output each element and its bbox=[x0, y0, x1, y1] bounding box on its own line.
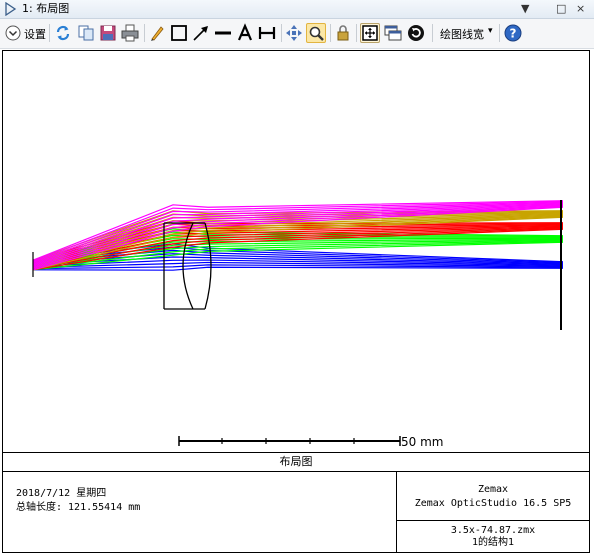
windows-icon[interactable] bbox=[383, 23, 403, 43]
window-title: 1: 布局图 bbox=[22, 2, 70, 15]
toolbar-divider bbox=[432, 24, 433, 42]
settings-toggle-icon[interactable] bbox=[3, 23, 23, 43]
scale-bar bbox=[178, 436, 401, 446]
toolbar-divider bbox=[49, 24, 50, 42]
toolbar-divider bbox=[499, 24, 500, 42]
zoom-icon[interactable] bbox=[306, 23, 326, 43]
line-icon[interactable] bbox=[213, 23, 233, 43]
info-panel: 2018/7/12 星期四 总轴长度: 121.55414 mm Zemax Z… bbox=[2, 472, 590, 553]
info-divider bbox=[397, 520, 589, 521]
ray-fans bbox=[32, 200, 564, 271]
toolbar: 设置 绘图线宽 ▾ ? bbox=[0, 19, 594, 49]
pan-icon[interactable] bbox=[284, 23, 304, 43]
plot-caption: 布局图 bbox=[2, 453, 590, 472]
info-vendor-block: Zemax Zemax OpticStudio 16.5 SP5 bbox=[397, 483, 589, 511]
print-icon[interactable] bbox=[120, 23, 140, 43]
chevron-down-icon[interactable]: ▾ bbox=[488, 26, 493, 36]
text-icon[interactable] bbox=[235, 23, 255, 43]
line-width-dropdown[interactable]: 绘图线宽 bbox=[440, 26, 484, 42]
copy-icon[interactable] bbox=[76, 23, 96, 43]
toolbar-divider bbox=[281, 24, 282, 42]
toolbar-divider bbox=[356, 24, 357, 42]
product-text: Zemax OpticStudio 16.5 SP5 bbox=[414, 498, 572, 509]
file-name-text: 3.5x-74.87.zmx bbox=[450, 525, 536, 536]
svg-text:?: ? bbox=[510, 27, 517, 41]
toolbar-divider bbox=[330, 24, 331, 42]
maximize-button[interactable]: □ bbox=[556, 1, 566, 17]
layout-plot-area[interactable] bbox=[2, 50, 590, 453]
date-text: 2018/7/12 星期四 bbox=[16, 488, 107, 499]
settings-label[interactable]: 设置 bbox=[24, 26, 46, 42]
configuration-text: 1的结构1 bbox=[471, 537, 515, 548]
help-icon[interactable]: ? bbox=[503, 23, 523, 43]
refresh-icon[interactable] bbox=[53, 23, 73, 43]
dimension-icon[interactable] bbox=[257, 23, 277, 43]
pin-dropdown-button[interactable]: ▼ bbox=[521, 1, 529, 17]
scale-bar-label: 50 mm bbox=[401, 435, 444, 449]
info-left: 2018/7/12 星期四 总轴长度: 121.55414 mm bbox=[16, 487, 140, 515]
rectangle-icon[interactable] bbox=[169, 23, 189, 43]
vendor-text: Zemax bbox=[477, 484, 509, 495]
fit-window-icon[interactable] bbox=[360, 23, 380, 43]
save-icon[interactable] bbox=[98, 23, 118, 43]
toolbar-divider bbox=[144, 24, 145, 42]
arrow-icon[interactable] bbox=[191, 23, 211, 43]
close-button[interactable]: × bbox=[576, 1, 585, 17]
axis-length-text: 总轴长度: 121.55414 mm bbox=[16, 502, 141, 513]
lock-icon[interactable] bbox=[333, 23, 353, 43]
layout-plot bbox=[32, 200, 564, 446]
window-icon bbox=[3, 1, 17, 19]
info-file-block: 3.5x-74.87.zmx 1的结构1 bbox=[397, 525, 589, 549]
title-bar: 1: 布局图 ▼ □ × bbox=[0, 0, 594, 19]
pencil-icon[interactable] bbox=[147, 23, 167, 43]
auto-update-icon[interactable] bbox=[406, 23, 426, 43]
